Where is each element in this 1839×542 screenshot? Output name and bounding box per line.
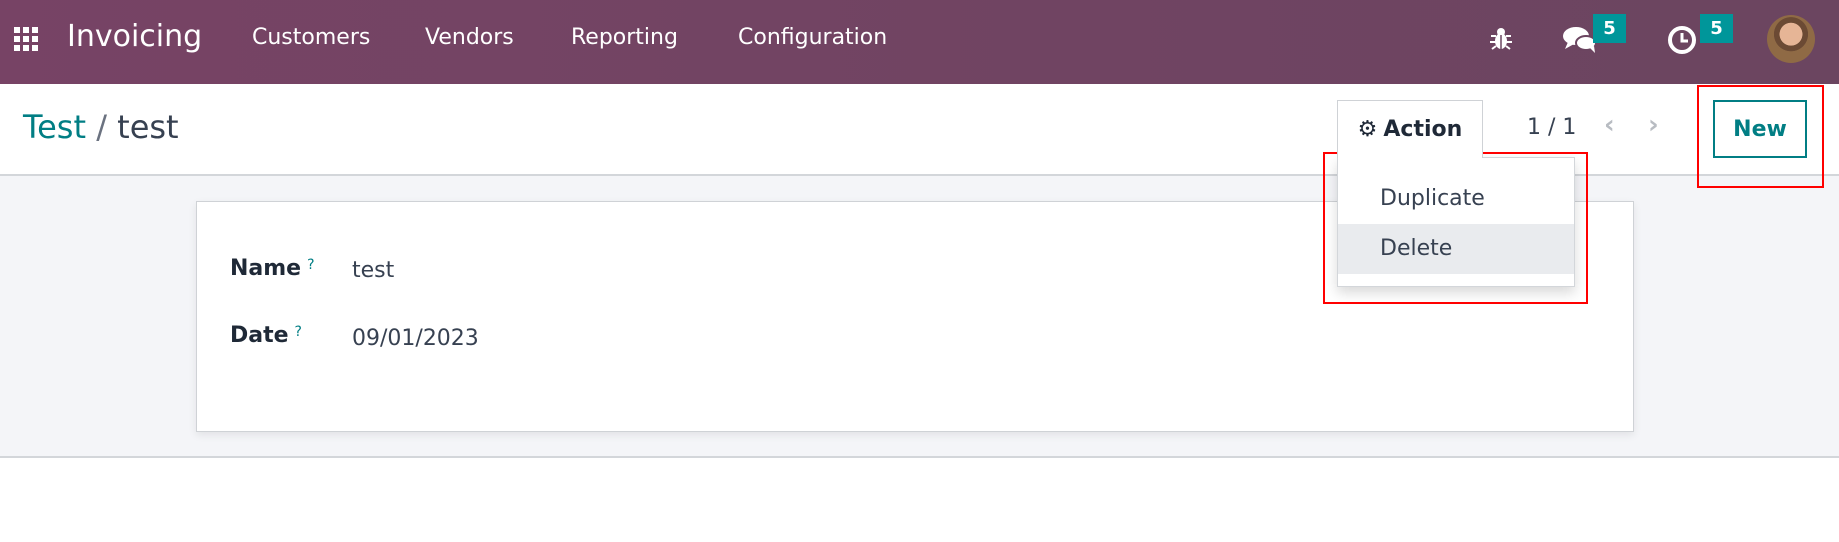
breadcrumb: Test / test xyxy=(23,108,179,146)
bug-icon[interactable] xyxy=(1489,26,1513,52)
breadcrumb-separator: / xyxy=(96,108,107,146)
pager-value[interactable]: 1 / 1 xyxy=(1527,115,1576,140)
menu-customers[interactable]: Customers xyxy=(252,25,370,50)
gear-icon: ⚙ xyxy=(1357,117,1378,142)
chevron-right-icon[interactable]: › xyxy=(1648,110,1659,140)
label-text: Date xyxy=(230,323,289,348)
breadcrumb-current: test xyxy=(117,108,179,146)
action-button[interactable]: ⚙ Action xyxy=(1337,100,1483,158)
menu-vendors[interactable]: Vendors xyxy=(425,25,514,50)
activities-badge: 5 xyxy=(1700,14,1733,43)
action-label: Action xyxy=(1383,117,1463,142)
help-icon[interactable]: ? xyxy=(295,324,302,340)
field-name-value[interactable]: test xyxy=(352,258,394,283)
chevron-left-icon[interactable]: ‹ xyxy=(1604,110,1615,140)
highlight-box-new xyxy=(1697,85,1824,188)
menu-reporting[interactable]: Reporting xyxy=(571,25,678,50)
highlight-box-dropdown xyxy=(1323,152,1588,304)
messages-badge: 5 xyxy=(1593,14,1626,43)
app-name[interactable]: Invoicing xyxy=(67,19,202,54)
menu-configuration[interactable]: Configuration xyxy=(738,25,887,50)
top-navbar: Invoicing Customers Vendors Reporting Co… xyxy=(0,0,1839,84)
breadcrumb-parent[interactable]: Test xyxy=(23,108,86,146)
user-avatar[interactable] xyxy=(1767,15,1815,63)
activity-clock-icon[interactable] xyxy=(1667,25,1697,55)
field-name-label: Name? xyxy=(230,256,315,281)
field-date-value[interactable]: 09/01/2023 xyxy=(352,326,479,351)
apps-menu-icon[interactable] xyxy=(14,27,38,51)
label-text: Name xyxy=(230,256,302,281)
help-icon[interactable]: ? xyxy=(307,257,314,273)
field-date-label: Date? xyxy=(230,323,302,348)
